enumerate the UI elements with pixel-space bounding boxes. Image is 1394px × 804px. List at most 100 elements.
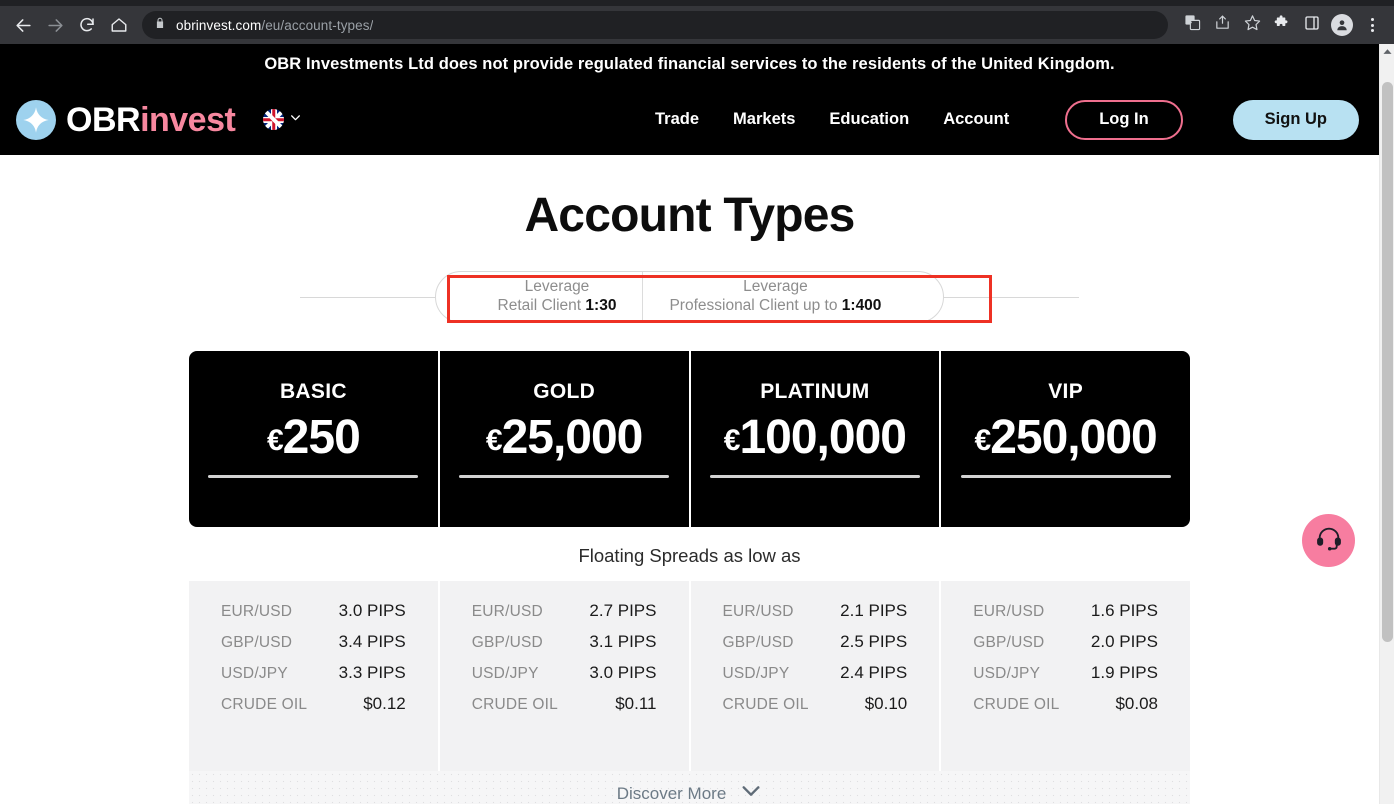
currency-symbol: € [974,424,992,457]
page-viewport: OBR Investments Ltd does not provide reg… [0,44,1394,804]
nav-item-markets[interactable]: Markets [733,110,795,129]
spread-value: 3.4 PIPS [338,632,406,651]
leverage-professional-prefix: Professional Client up to [669,297,842,314]
back-arrow-icon [14,16,33,35]
leverage-option-professional[interactable]: Leverage Professional Client up to 1:400 [642,272,907,322]
leverage-retail-prefix: Retail Client [497,297,586,314]
profile-button[interactable] [1328,11,1356,39]
side-panel-button[interactable] [1298,11,1326,39]
page-scrollbar[interactable] [1379,44,1394,804]
account-card-title: PLATINUM [760,380,870,403]
currency-symbol: € [485,424,503,457]
leverage-professional-ratio: 1:400 [841,297,882,314]
spread-symbol: USD/JPY [973,665,1041,682]
account-card-platinum[interactable]: PLATINUM €100,000 [688,351,940,527]
language-selector[interactable] [263,109,302,130]
star-icon [1244,14,1261,36]
spread-symbol: CRUDE OIL [722,696,809,713]
leverage-retail-value: Retail Client 1:30 [498,297,617,316]
account-type-cards: BASIC €250 GOLD €25,000 PLATINUM €100,00… [189,351,1190,527]
spread-row: USD/JPY 3.0 PIPS [472,663,657,683]
side-panel-icon [1304,15,1320,36]
account-card-title: VIP [1048,380,1083,403]
back-button[interactable] [8,10,38,40]
spread-value: 2.4 PIPS [840,663,908,682]
browser-chrome: obrinvest.com/eu/account-types/ A [0,0,1394,44]
spread-symbol: CRUDE OIL [471,696,558,713]
currency-symbol: € [723,424,741,457]
spread-row: GBP/USD 2.0 PIPS [973,632,1158,652]
diamond-star-logo-icon [16,99,56,140]
translate-button[interactable]: A [1178,11,1206,39]
regulatory-notice-text: OBR Investments Ltd does not provide reg… [264,54,1115,73]
nav-item-education[interactable]: Education [829,110,909,129]
spreads-heading: Floating Spreads as low as [578,545,801,566]
discover-more-button[interactable]: Discover More [189,771,1190,804]
spread-row: CRUDE OIL $0.10 [723,694,908,714]
forward-button[interactable] [40,10,70,40]
support-chat-button[interactable] [1302,514,1355,567]
leverage-professional-value: Professional Client up to 1:400 [669,297,881,316]
browser-menu-button[interactable] [1358,11,1386,39]
nav-item-trade[interactable]: Trade [655,110,699,129]
spread-symbol: GBP/USD [722,634,794,651]
share-button[interactable] [1208,11,1236,39]
spread-symbol: CRUDE OIL [221,696,308,713]
forward-arrow-icon [46,16,65,35]
account-card-basic[interactable]: BASIC €250 [189,351,438,527]
address-bar-url: obrinvest.com/eu/account-types/ [176,18,373,33]
lock-icon [154,16,166,34]
brand-logo[interactable]: OBRinvest [16,99,236,140]
site-header: OBRinvest Trade Markets Education Accoun… [0,84,1379,155]
spread-symbol: USD/JPY [722,665,790,682]
leverage-retail-ratio: 1:30 [585,297,617,314]
leverage-rule-right [944,296,1080,298]
spread-value: $0.08 [1115,694,1158,713]
chevron-down-icon [740,783,762,804]
spread-value: $0.10 [864,694,908,713]
account-card-title: BASIC [279,380,347,403]
address-bar-path: /eu/account-types/ [261,17,374,33]
spread-symbol: USD/JPY [471,665,539,682]
spread-value: 2.5 PIPS [840,632,908,651]
spread-row: EUR/USD 2.1 PIPS [723,601,908,621]
extensions-button[interactable] [1268,11,1296,39]
spread-row: GBP/USD 3.1 PIPS [472,632,657,652]
signup-button[interactable]: Sign Up [1232,99,1359,140]
spread-symbol: EUR/USD [471,603,543,620]
leverage-option-retail[interactable]: Leverage Retail Client 1:30 [472,272,643,322]
leverage-retail-label: Leverage [524,278,590,296]
account-card-price: €250,000 [974,410,1158,465]
browser-toolbar: obrinvest.com/eu/account-types/ A [0,6,1394,44]
account-card-gold[interactable]: GOLD €25,000 [437,351,689,527]
account-card-price: €25,000 [486,410,643,465]
account-card-price: €100,000 [723,410,907,465]
page-content: OBR Investments Ltd does not provide reg… [0,44,1379,804]
account-card-vip[interactable]: VIP €250,000 [939,351,1190,527]
nav-item-account[interactable]: Account [943,110,1009,129]
spread-row: USD/JPY 3.3 PIPS [221,663,406,683]
spreads-column-vip: EUR/USD 1.6 PIPS GBP/USD 2.0 PIPS USD/JPY 1… [939,581,1190,771]
spread-value: 3.0 PIPS [338,601,406,620]
spreads-column-basic: EUR/USD 3.0 PIPS GBP/USD 3.4 PIPS USD/JPY 3… [189,581,438,771]
account-card-amount: 25,000 [501,411,644,464]
page-title: Account Types [524,189,855,242]
brand-name-secondary: invest [140,100,236,139]
reload-button[interactable] [72,10,102,40]
scrollbar-up-button[interactable] [1380,44,1394,59]
spread-symbol: EUR/USD [221,603,293,620]
currency-symbol: € [266,424,284,457]
bookmark-button[interactable] [1238,11,1266,39]
account-card-underline [459,475,670,478]
address-bar[interactable]: obrinvest.com/eu/account-types/ [142,11,1168,39]
spread-value: 2.1 PIPS [840,601,908,620]
account-card-underline [960,475,1171,478]
spread-row: CRUDE OIL $0.08 [973,694,1158,714]
login-button[interactable]: Log In [1065,99,1183,140]
home-button[interactable] [104,10,134,40]
leverage-pill: Leverage Retail Client 1:30 Leverage Pro… [434,271,945,323]
spread-row: CRUDE OIL $0.11 [472,694,657,714]
spread-row: USD/JPY 2.4 PIPS [723,663,908,683]
scrollbar-thumb[interactable] [1382,82,1393,642]
regulatory-notice-bar: OBR Investments Ltd does not provide reg… [0,44,1379,84]
